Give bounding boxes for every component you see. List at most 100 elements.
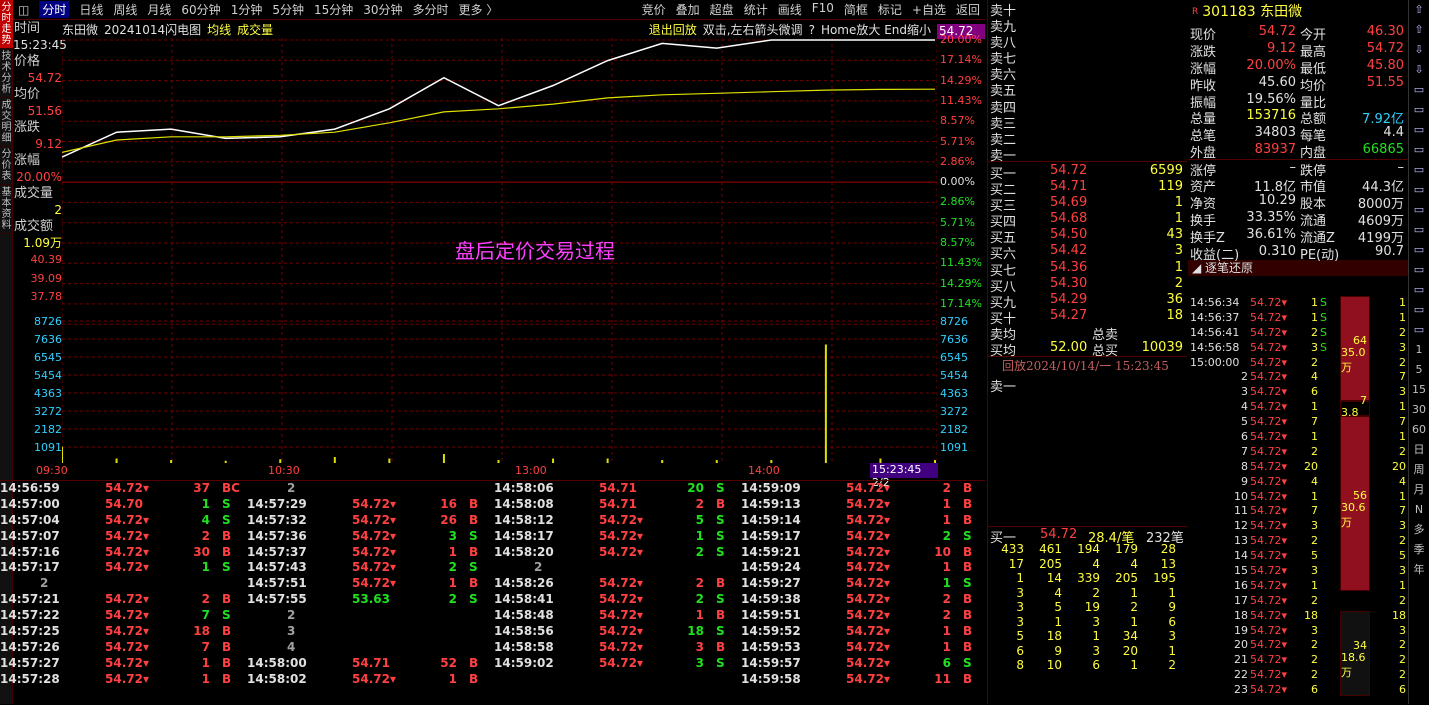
replay-volume: 4 bbox=[1311, 370, 1318, 384]
buy-price: 54.42 bbox=[1050, 243, 1088, 259]
tick-volume: 3 bbox=[448, 528, 457, 543]
right-tool-9[interactable]: ▭ bbox=[1409, 180, 1429, 200]
replay-volume: 7 bbox=[1311, 415, 1318, 429]
x-tick-label: 09:30 bbox=[36, 464, 68, 477]
right-tool-19[interactable]: 15 bbox=[1409, 380, 1429, 400]
right-tool-25[interactable]: N bbox=[1409, 500, 1429, 520]
right-tool-6[interactable]: ▭ bbox=[1409, 120, 1429, 140]
tick-list[interactable]: 14:56:59 54.72▾ 37 BC 14:57:00 54.70 1 S 14:57:0… bbox=[0, 480, 985, 704]
right-tool-5[interactable]: ▭ bbox=[1409, 100, 1429, 120]
tick-time: 14:57:04 bbox=[0, 512, 60, 527]
right-tool-21[interactable]: 60 bbox=[1409, 420, 1429, 440]
period-tab-8[interactable]: 30分钟 bbox=[363, 1, 402, 18]
toolbar-button-1[interactable]: 叠加 bbox=[676, 1, 700, 18]
replay-count: 1 bbox=[1399, 400, 1406, 414]
right-tool-24[interactable]: 月 bbox=[1409, 480, 1429, 500]
vtab-2[interactable]: 成交明细 bbox=[0, 98, 13, 147]
right-tool-18[interactable]: 5 bbox=[1409, 360, 1429, 380]
right-pct-tick: 20.00% bbox=[940, 33, 982, 46]
right-tool-12[interactable]: ▭ bbox=[1409, 240, 1429, 260]
right-tool-26[interactable]: 多 bbox=[1409, 520, 1429, 540]
period-tab-9[interactable]: 多分时 bbox=[413, 1, 449, 18]
period-tab-7[interactable]: 15分钟 bbox=[314, 1, 353, 18]
right-tool-28[interactable]: 年 bbox=[1409, 560, 1429, 580]
tick-side: S bbox=[716, 528, 725, 543]
replay-side: S bbox=[1320, 296, 1327, 309]
period-tab-4[interactable]: 60分钟 bbox=[181, 1, 220, 18]
replay-row: 11 54.72▾ 7 bbox=[1188, 504, 1338, 519]
tick-time: 14:58:06 bbox=[494, 481, 554, 495]
right-tool-14[interactable]: ▭ bbox=[1409, 280, 1429, 300]
queue-cell: 3 bbox=[1016, 600, 1024, 615]
toolbar-button-3[interactable]: 统计 bbox=[744, 1, 768, 18]
right-tool-16[interactable]: ▭ bbox=[1409, 320, 1429, 340]
right-tool-17[interactable]: 1 bbox=[1409, 340, 1429, 360]
replay-price: 54.72▾ bbox=[1250, 400, 1288, 414]
tick-time: 14:59:24 bbox=[741, 560, 801, 575]
tick-row: 14:57:16 54.72▾ 30 B bbox=[0, 545, 247, 561]
period-tab-2[interactable]: 周线 bbox=[113, 1, 137, 18]
toolbar-button-6[interactable]: 简框 bbox=[844, 1, 868, 18]
vtab-3[interactable]: 分价表 bbox=[0, 147, 13, 185]
right-tool-7[interactable]: ▭ bbox=[1409, 140, 1429, 160]
right-tool-20[interactable]: 30 bbox=[1409, 400, 1429, 420]
period-tab-3[interactable]: 月线 bbox=[147, 1, 171, 18]
toolbar-button-2[interactable]: 超盘 bbox=[710, 1, 734, 18]
right-tool-22[interactable]: 日 bbox=[1409, 440, 1429, 460]
tick-volume: 2 bbox=[448, 560, 457, 575]
right-tool-1[interactable]: ⇧ bbox=[1409, 20, 1429, 40]
replay-row: 5 54.72▾ 7 bbox=[1188, 415, 1338, 430]
tick-price: 54.72▾ bbox=[599, 608, 643, 623]
replay-row: 4 54.72▾ 1 bbox=[1188, 400, 1338, 415]
right-tool-11[interactable]: ▭ bbox=[1409, 220, 1429, 240]
toolbar-button-9[interactable]: 返回 bbox=[956, 1, 980, 18]
right-tool-10[interactable]: ▭ bbox=[1409, 200, 1429, 220]
right-tool-2[interactable]: ⇩ bbox=[1409, 40, 1429, 60]
period-tab-6[interactable]: 5分钟 bbox=[272, 1, 304, 18]
queue-cell: 194 bbox=[1077, 542, 1100, 557]
window-icon[interactable]: ◫ bbox=[18, 3, 29, 17]
replay-price: 54.72▾ bbox=[1250, 519, 1288, 533]
tick-volume: 2 bbox=[942, 528, 951, 543]
vtab-0[interactable]: 分时走势 bbox=[0, 0, 13, 49]
period-tab-5[interactable]: 1分钟 bbox=[231, 1, 263, 18]
help-button[interactable]: ? bbox=[809, 23, 815, 37]
queue-row: 6 9 3 20 1 bbox=[988, 644, 1187, 659]
stock-name: 东田微 bbox=[1255, 4, 1303, 20]
vtab-4[interactable]: 基本资料 bbox=[0, 185, 13, 234]
toolbar-button-5[interactable]: F10 bbox=[812, 1, 834, 18]
tick-replay-list[interactable]: 14:56:34 54.72▾ 1 S 14:56:37 54.72▾ 1 S 14:56:41… bbox=[1188, 280, 1408, 704]
left-price-tick: 40.39 bbox=[30, 253, 63, 266]
replay-row: 14:56:34 54.72▾ 1 S bbox=[1188, 296, 1338, 311]
toolbar-button-0[interactable]: 竞价 bbox=[642, 1, 666, 18]
right-tool-0[interactable]: ⇧ bbox=[1409, 0, 1429, 20]
vtab-1[interactable]: 技术分析 bbox=[0, 49, 13, 98]
tick-price: 54.71 bbox=[599, 481, 637, 495]
period-tab-0[interactable]: 分时 bbox=[39, 1, 70, 18]
toolbar-button-8[interactable]: +自选 bbox=[912, 1, 946, 18]
toolbar-button-4[interactable]: 画线 bbox=[778, 1, 802, 18]
volume-bar bbox=[661, 459, 664, 463]
right-tool-13[interactable]: ▭ bbox=[1409, 260, 1429, 280]
right-tool-8[interactable]: ▭ bbox=[1409, 160, 1429, 180]
right-tool-27[interactable]: 季 bbox=[1409, 540, 1429, 560]
queue-cell: 6 bbox=[1168, 614, 1176, 629]
tick-row: 14:57:55 53.63 2 S bbox=[247, 592, 494, 608]
period-tab-10[interactable]: 更多 〉 bbox=[459, 1, 499, 18]
replay-price: 54.72▾ bbox=[1250, 415, 1288, 429]
price-line bbox=[62, 39, 935, 158]
left-volume-tick: 2182 bbox=[34, 423, 62, 436]
toolbar-button-7[interactable]: 标记 bbox=[878, 1, 902, 18]
period-tab-1[interactable]: 日线 bbox=[79, 1, 103, 18]
right-tool-15[interactable]: ▭ bbox=[1409, 300, 1429, 320]
right-volume-tick: 5454 bbox=[940, 369, 968, 382]
tick-price: 54.72▾ bbox=[846, 560, 890, 575]
right-tool-23[interactable]: 周 bbox=[1409, 460, 1429, 480]
change-value: 9.12 bbox=[35, 137, 62, 151]
right-tool-4[interactable]: ▭ bbox=[1409, 80, 1429, 100]
right-toolbar: ⇧ ⇧ ⇩ ⇩ ▭ ▭ ▭ ▭ ▭ ▭ ▭ ▭ ▭ ▭ ▭ ▭ ▭ 1 5 15 30 60 日周月 N 多季年 bbox=[1408, 0, 1429, 704]
avg-line bbox=[62, 88, 936, 153]
exit-replay-button[interactable]: 退出回放 bbox=[649, 21, 697, 38]
right-tool-3[interactable]: ⇩ bbox=[1409, 60, 1429, 80]
change-label: 涨跌 bbox=[14, 120, 41, 135]
